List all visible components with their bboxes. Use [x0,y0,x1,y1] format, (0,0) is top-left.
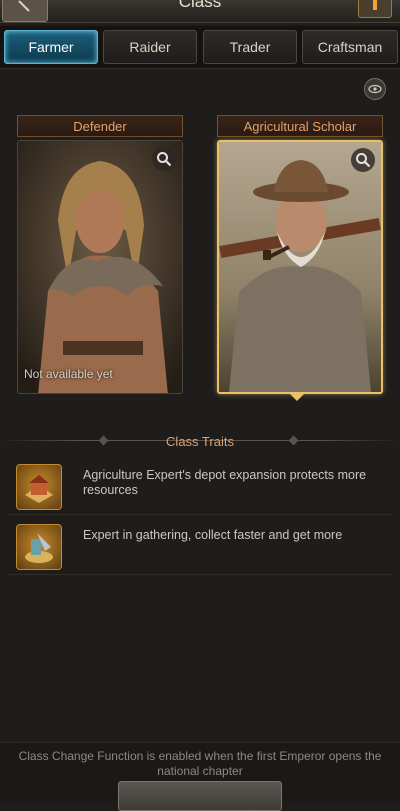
zoom-button[interactable] [152,147,176,171]
page-title: Class [178,0,222,11]
trait-item: Agriculture Expert's depot expansion pro… [8,458,392,515]
top-bar: Class [0,0,400,23]
tab-craftsman[interactable]: Craftsman [302,30,398,64]
card-label-agricultural-scholar: Agricultural Scholar [217,115,383,137]
info-button[interactable] [358,0,392,18]
availability-note: Not available yet [24,367,113,381]
magnifier-icon [157,152,172,167]
eye-icon [368,84,382,94]
trait-description: Expert in gathering, collect faster and … [83,528,343,542]
tab-trader[interactable]: Trader [203,30,297,64]
view-toggle-button[interactable] [364,78,386,100]
info-icon [373,0,377,10]
magnifier-icon [356,153,371,168]
tab-raider[interactable]: Raider [103,30,197,64]
trait-description: Agriculture Expert's depot expansion pro… [83,468,367,497]
trait-item: Expert in gathering, collect faster and … [8,518,392,575]
class-card-agricultural-scholar[interactable] [217,140,383,394]
scholar-portrait [219,142,381,392]
class-change-button[interactable] [118,781,282,811]
tab-farmer[interactable]: Farmer [4,30,98,64]
zoom-button[interactable] [351,148,375,172]
class-card-defender[interactable]: Not available yet [17,140,183,394]
depot-icon [16,464,62,510]
class-change-notice: Class Change Function is enabled when th… [18,749,382,778]
card-label-defender: Defender [17,115,183,137]
selected-indicator-icon [290,394,304,401]
gathering-icon [16,524,62,570]
traits-title: Class Traits [166,434,234,449]
defender-portrait [18,141,182,393]
class-tabs: Farmer Raider Trader Craftsman [0,26,400,69]
